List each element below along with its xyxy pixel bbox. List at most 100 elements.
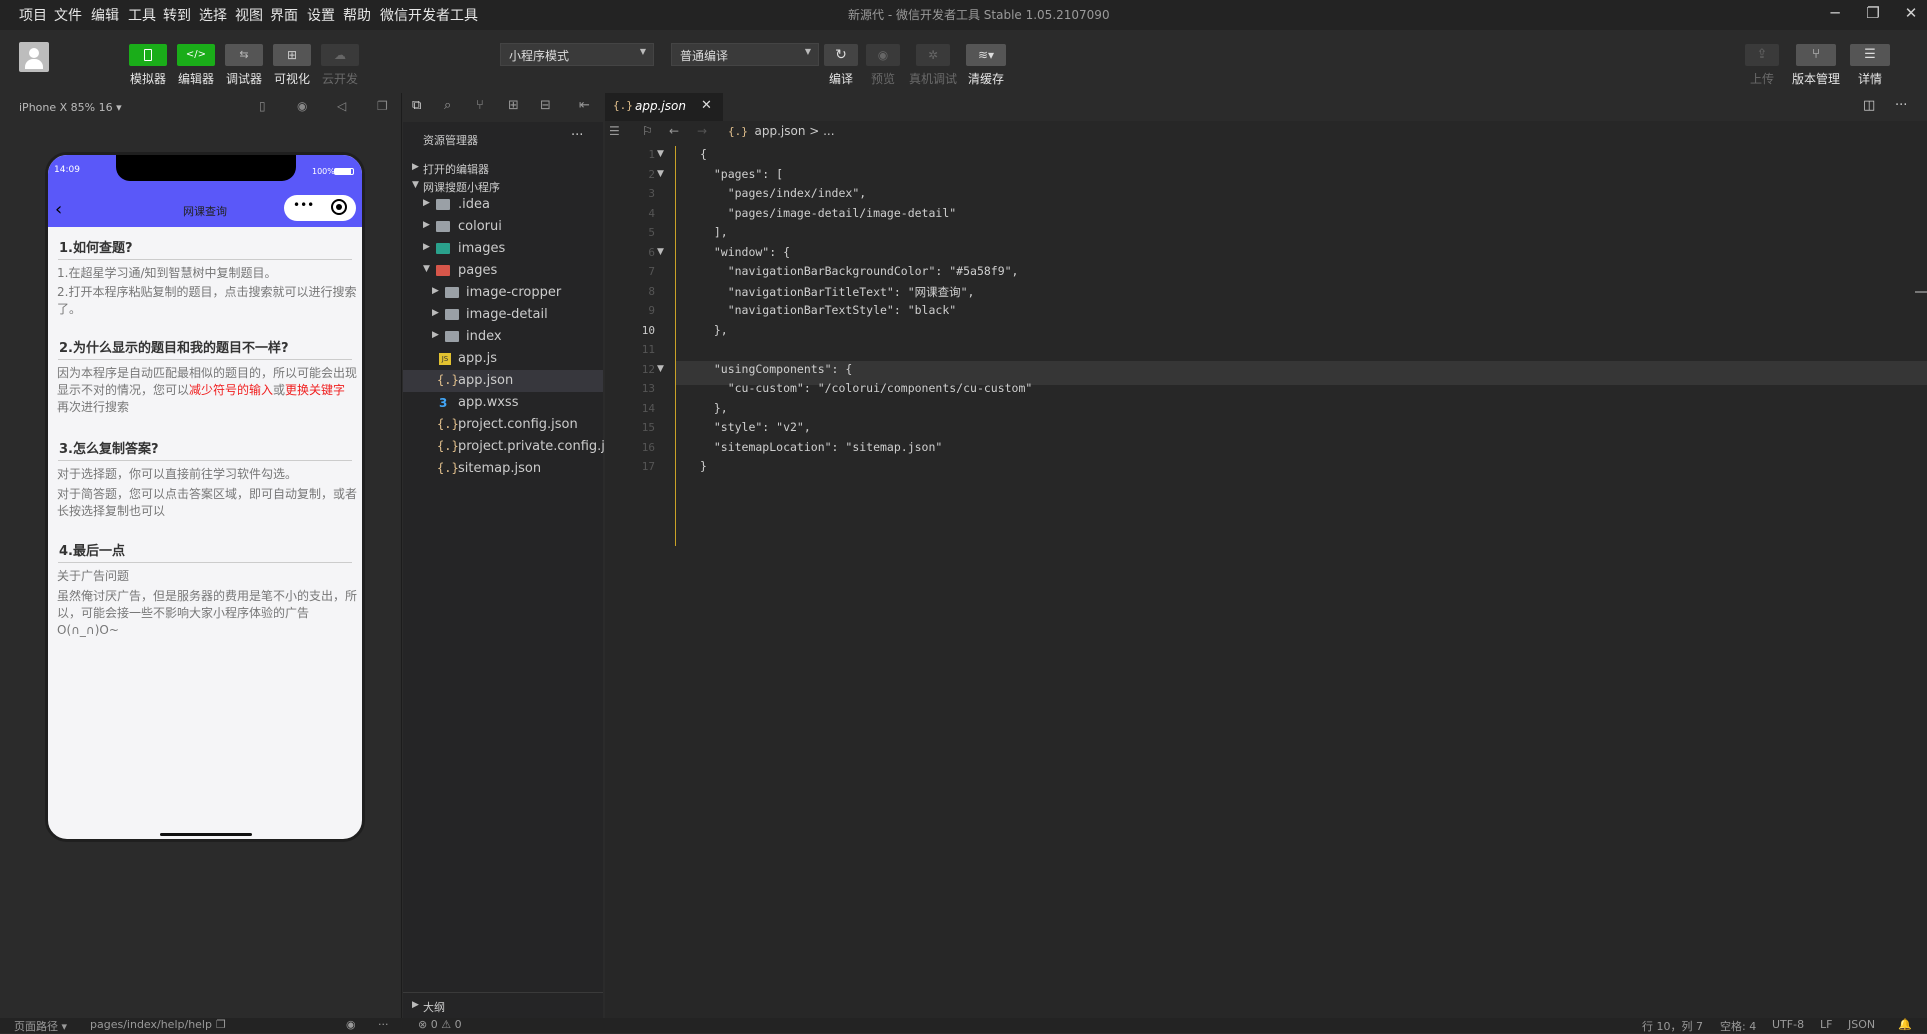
faq-text: 1.在超星学习通/知到智慧树中复制题目。: [57, 266, 277, 280]
source-control-icon[interactable]: ⑂: [476, 98, 484, 113]
language-mode[interactable]: JSON: [1848, 1018, 1875, 1031]
phone-icon: [144, 49, 152, 61]
avatar[interactable]: [19, 42, 49, 72]
more-icon[interactable]: ···: [1895, 98, 1907, 113]
debugger-toggle-button[interactable]: ⇆: [225, 44, 263, 66]
list-icon[interactable]: ☰: [609, 124, 620, 138]
breadcrumb[interactable]: {.} app.json > ...: [728, 124, 835, 138]
device-select[interactable]: iPhone X 85% 16 ▾: [19, 101, 122, 114]
outline-section[interactable]: ▶ 大纲: [403, 996, 603, 1018]
compile-select[interactable]: 普通编译 ▼: [671, 43, 819, 66]
fold-chevron-icon[interactable]: ▼: [657, 364, 664, 374]
menu-goto[interactable]: 转到: [163, 5, 191, 25]
extensions-icon[interactable]: ⊞: [508, 98, 519, 113]
tree-item-app-wxss[interactable]: 3 app.wxss: [403, 392, 603, 414]
tree-item-sitemap[interactable]: {.} sitemap.json: [403, 458, 603, 480]
tree-item-project-private-config[interactable]: {.} project.private.config.js...: [403, 436, 624, 458]
fold-chevron-icon[interactable]: ▼: [657, 247, 664, 257]
code-line: "pages": [: [700, 166, 784, 181]
tree-item-pages[interactable]: ▼ pages: [403, 260, 603, 282]
page-path-select[interactable]: 页面路径 ▾: [14, 1018, 67, 1034]
close-window-icon[interactable]: ✕: [1898, 4, 1924, 26]
more-icon[interactable]: •••: [293, 198, 314, 212]
menu-tools[interactable]: 工具: [128, 5, 156, 25]
back-arrow-icon[interactable]: ←: [669, 124, 679, 138]
restore-icon[interactable]: ❐: [1860, 4, 1886, 26]
close-icon[interactable]: ✕: [701, 98, 712, 113]
compile-label: 编译: [828, 72, 853, 86]
code-line: "navigationBarTitleText": "网课查询",: [700, 284, 975, 299]
compile-button[interactable]: ↻: [824, 44, 858, 66]
tree-item-idea[interactable]: ▶ .idea: [403, 194, 603, 216]
files-icon[interactable]: ⧉: [412, 98, 421, 113]
encoding[interactable]: UTF-8: [1772, 1018, 1804, 1031]
indent-setting[interactable]: 空格: 4: [1720, 1018, 1756, 1034]
line-number: 14: [641, 401, 655, 415]
details-button[interactable]: ☰: [1850, 44, 1890, 66]
bell-icon[interactable]: 🔔: [1898, 1018, 1912, 1031]
eol[interactable]: LF: [1820, 1018, 1832, 1031]
mode-select[interactable]: 小程序模式 ▼: [500, 43, 654, 66]
forward-arrow-icon[interactable]: →: [697, 124, 707, 138]
remote-debug-button[interactable]: ✲: [916, 44, 950, 66]
split-editor-icon[interactable]: ◫: [1863, 98, 1875, 113]
json-file-icon: {.}: [728, 125, 755, 138]
search-icon[interactable]: ⌕: [444, 98, 451, 113]
tree-item-colorui[interactable]: ▶ colorui: [403, 216, 603, 238]
explorer-toolbar: ⧉ ⌕ ⑂ ⊞ ⊟ ⇤: [403, 93, 603, 121]
json-file-icon: {.}: [437, 461, 459, 475]
tree-item-app-js[interactable]: JS app.js: [403, 348, 603, 370]
editor-tab-app-json[interactable]: {.} app.json ✕: [605, 93, 723, 121]
collapse-panel-icon[interactable]: ⇤: [579, 98, 590, 113]
menu-view[interactable]: 视图: [235, 5, 263, 25]
tree-item-app-json[interactable]: {.} app.json: [403, 370, 603, 392]
menu-wechat-devtools[interactable]: 微信开发者工具: [380, 5, 478, 25]
menu-select[interactable]: 选择: [199, 5, 227, 25]
code-line: ],: [700, 225, 728, 239]
record-icon[interactable]: ◉: [297, 99, 307, 113]
close-capsule-icon[interactable]: [331, 199, 347, 215]
clear-cache-button[interactable]: ≋▾: [966, 44, 1006, 66]
folder-icon: [445, 331, 459, 342]
menu-project[interactable]: 项目: [19, 5, 47, 25]
minimize-icon[interactable]: ─: [1822, 4, 1848, 26]
images-folder-icon: [436, 243, 450, 254]
editor-breadcrumb-bar: ☰ ⚐ ← → {.} app.json > ...: [605, 121, 1927, 143]
more-icon[interactable]: ···: [571, 128, 583, 143]
visual-toggle-button[interactable]: ⊞: [273, 44, 311, 66]
tree-item-image-detail[interactable]: ▶ image-detail: [403, 304, 603, 326]
menu-help[interactable]: 帮助: [343, 5, 371, 25]
window-icon[interactable]: ❐: [377, 99, 388, 113]
faq-heading-2: 2.为什么显示的题目和我的题目不一样?: [59, 341, 289, 356]
phone-icon[interactable]: ▯: [259, 99, 266, 113]
chevron-right-icon: ▶: [423, 198, 430, 208]
more-icon[interactable]: ···: [378, 1018, 389, 1031]
tree-item-project-config[interactable]: {.} project.config.json: [403, 414, 603, 436]
cursor-position[interactable]: 行 10，列 7: [1642, 1018, 1703, 1034]
pages-folder-icon: [436, 265, 450, 276]
statusbar: 页面路径 ▾ pages/index/help/help ❐ ◉ ··· ⊗ 0…: [0, 1018, 1927, 1033]
simulator-toggle-button[interactable]: [129, 44, 167, 66]
copy-icon[interactable]: ❐: [216, 1018, 226, 1031]
upload-button[interactable]: ⇪: [1745, 44, 1779, 66]
menu-settings[interactable]: 设置: [307, 5, 335, 25]
version-button[interactable]: ⑂: [1796, 44, 1836, 66]
capsule-button[interactable]: •••: [284, 195, 356, 221]
preview-button[interactable]: ◉: [866, 44, 900, 66]
cloud-toggle-button[interactable]: ☁: [321, 44, 359, 66]
clear-cache-label: 清缓存: [967, 72, 1004, 86]
menu-interface[interactable]: 界面: [270, 5, 298, 25]
eye-icon[interactable]: ◉: [346, 1018, 356, 1031]
tree-item-images[interactable]: ▶ images: [403, 238, 603, 260]
bookmark-icon[interactable]: ⚐: [642, 124, 653, 138]
editor-toggle-button[interactable]: </>: [177, 44, 215, 66]
debug-panel-icon[interactable]: ⊟: [540, 98, 551, 113]
menu-edit[interactable]: 编辑: [91, 5, 119, 25]
menu-file[interactable]: 文件: [54, 5, 82, 25]
problems-count[interactable]: ⊗ 0 ⚠ 0: [418, 1018, 462, 1031]
sound-icon[interactable]: ◁: [337, 99, 346, 113]
tree-item-image-cropper[interactable]: ▶ image-cropper: [403, 282, 603, 304]
tree-item-index[interactable]: ▶ index: [403, 326, 603, 348]
fold-chevron-icon[interactable]: ▼: [657, 149, 664, 159]
fold-chevron-icon[interactable]: ▼: [657, 169, 664, 179]
